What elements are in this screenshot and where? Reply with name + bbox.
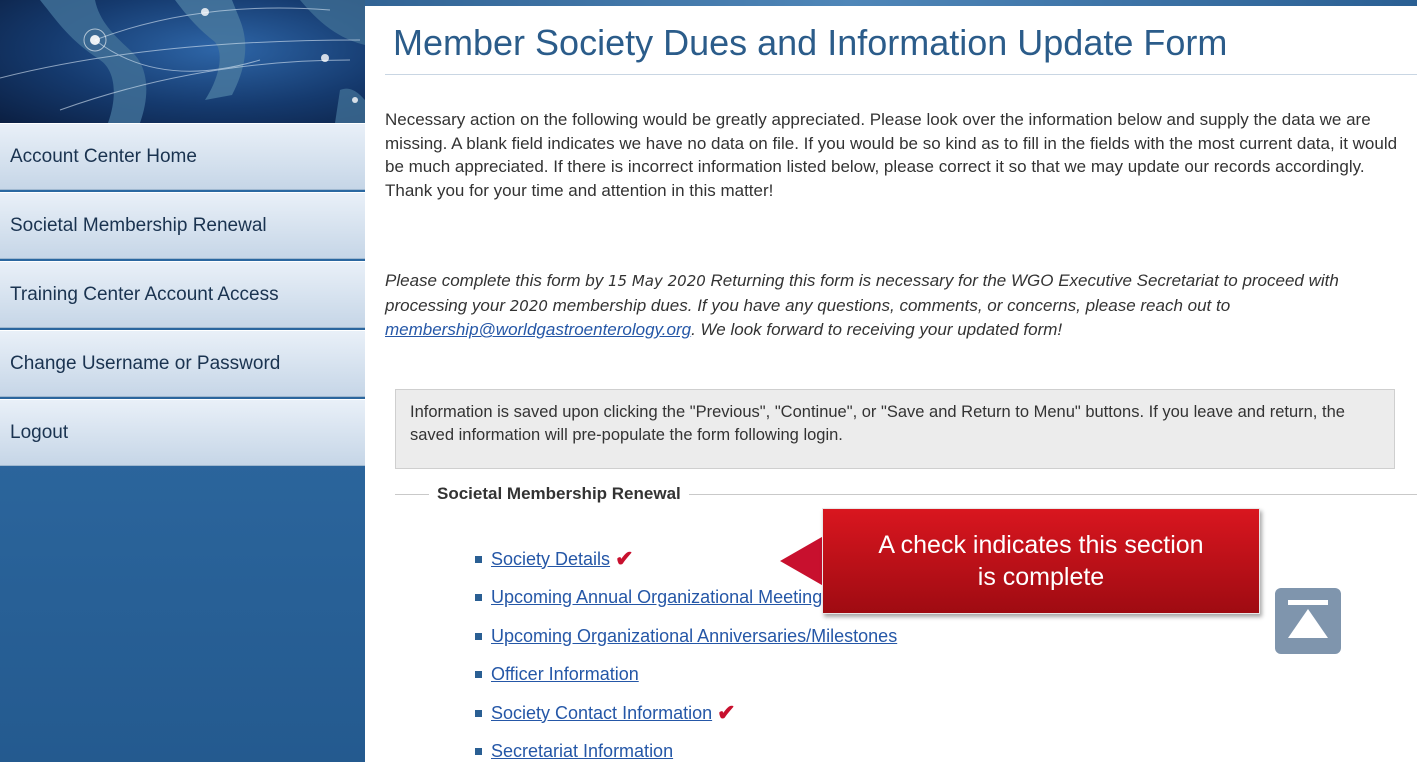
society-details-link[interactable]: Society Details — [491, 549, 610, 570]
list-item: Upcoming Organizational Anniversaries/Mi… — [475, 617, 902, 656]
bullet-icon — [475, 710, 482, 717]
check-icon: ✔ — [717, 700, 735, 726]
section-legend: Societal Membership Renewal — [429, 484, 689, 504]
callout-text: A check indicates this section is comple… — [876, 529, 1206, 593]
fieldset-border — [395, 494, 429, 495]
sidebar-item-account-center-home[interactable]: Account Center Home — [0, 123, 365, 190]
check-icon: ✔ — [615, 546, 633, 572]
anniversaries-link[interactable]: Upcoming Organizational Anniversaries/Mi… — [491, 626, 897, 647]
sidebar-item-training-center-account-access[interactable]: Training Center Account Access — [0, 261, 365, 328]
scroll-to-top-icon — [1275, 588, 1341, 654]
page-title: Member Society Dues and Information Upda… — [393, 22, 1227, 64]
sidebar-item-label: Change Username or Password — [10, 353, 280, 375]
deadline-notice: Please complete this form by 15 May 2020… — [385, 269, 1415, 342]
sidebar-item-label: Societal Membership Renewal — [10, 215, 267, 237]
sidebar-item-label: Account Center Home — [10, 146, 197, 168]
notice-text: membership dues. If you have any questio… — [548, 296, 1230, 315]
sidebar-item-change-username-or-password[interactable]: Change Username or Password — [0, 330, 365, 397]
save-info-box: Information is saved upon clicking the "… — [395, 389, 1395, 469]
bullet-icon — [475, 671, 482, 678]
bullet-icon — [475, 556, 482, 563]
officer-information-link[interactable]: Officer Information — [491, 664, 639, 685]
society-contact-link[interactable]: Society Contact Information — [491, 703, 712, 724]
bullet-icon — [475, 594, 482, 601]
sidebar-item-label: Training Center Account Access — [10, 284, 279, 306]
list-item: Society Contact Information✔ — [475, 694, 902, 733]
membership-email-link[interactable]: membership@worldgastroenterology.org — [385, 320, 691, 339]
sidebar-nav: Account Center Home Societal Membership … — [0, 123, 365, 468]
sidebar-item-logout[interactable]: Logout — [0, 399, 365, 466]
bullet-icon — [475, 748, 482, 755]
world-map-icon — [0, 0, 365, 123]
notice-text: Please complete this form by — [385, 271, 608, 290]
callout-box: A check indicates this section is comple… — [822, 508, 1260, 614]
main-content: Member Society Dues and Information Upda… — [385, 0, 1417, 762]
world-map-banner — [0, 0, 365, 123]
title-divider — [385, 74, 1417, 75]
dues-year: 2020 — [510, 297, 548, 315]
check-callout: A check indicates this section is comple… — [772, 508, 1260, 614]
intro-paragraph: Necessary action on the following would … — [385, 108, 1413, 202]
list-item: Officer Information — [475, 656, 902, 695]
notice-text: . We look forward to receiving your upda… — [691, 320, 1062, 339]
list-item: Secretariat Information — [475, 733, 902, 771]
secretariat-information-link[interactable]: Secretariat Information — [491, 741, 673, 762]
due-date: 15 May 2020 — [608, 272, 706, 290]
scroll-to-top-button[interactable] — [1275, 588, 1341, 654]
sidebar-item-label: Logout — [10, 422, 68, 444]
sidebar: Account Center Home Societal Membership … — [0, 0, 365, 762]
sidebar-item-societal-membership-renewal[interactable]: Societal Membership Renewal — [0, 192, 365, 259]
bullet-icon — [475, 633, 482, 640]
